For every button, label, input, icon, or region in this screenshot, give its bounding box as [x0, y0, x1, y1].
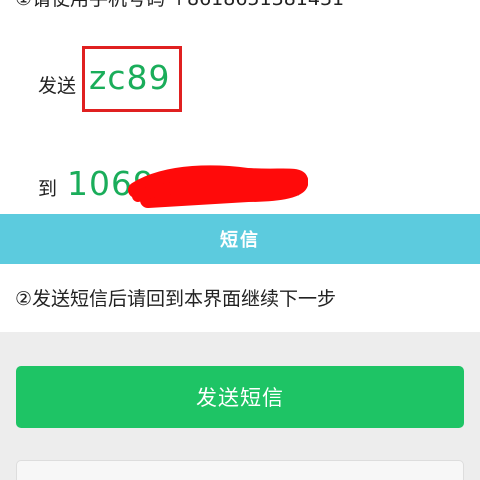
secondary-button-partial[interactable]	[16, 460, 464, 480]
redaction-scribble	[128, 165, 308, 208]
to-prefix-label: 到	[38, 178, 58, 200]
sms-code: zc89	[89, 58, 171, 97]
step1-section: ①请使用手机号码 +8618651381431 发送 zc89 到 106900…	[0, 0, 480, 214]
step2-instruction: ②发送短信后请回到本界面继续下一步	[15, 288, 337, 310]
send-prefix-label: 发送	[38, 75, 77, 97]
step2-section: ②发送短信后请回到本界面继续下一步	[0, 264, 480, 332]
send-sms-button[interactable]: 发送短信	[16, 366, 464, 428]
sms-banner: 短信	[0, 214, 480, 264]
sms-banner-label: 短信	[220, 230, 260, 251]
step1-instruction: ①请使用手机号码 +8618651381431	[15, 0, 344, 11]
action-area: 发送短信	[0, 332, 480, 480]
